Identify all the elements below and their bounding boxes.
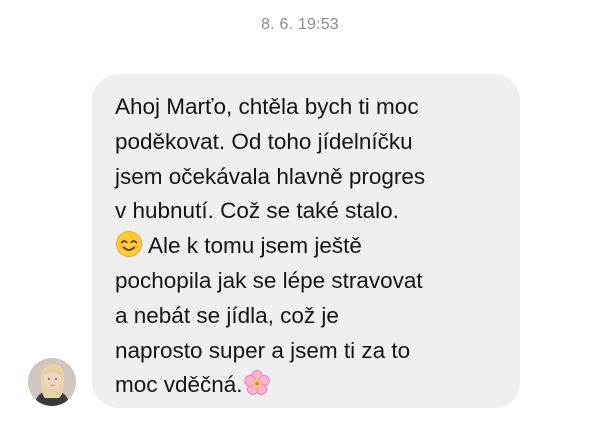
message-line-text: Ale k tomu jsem ještě — [148, 233, 362, 259]
sender-avatar[interactable] — [28, 358, 76, 406]
message-line: v hubnutí. Což se také stalo. — [115, 198, 399, 224]
cherry-blossom-emoji-icon — [243, 369, 271, 397]
message-timestamp: 8. 6. 19:53 — [261, 16, 339, 33]
message-line: Ahoj Marťo, chtěla bych ti moc — [115, 94, 419, 119]
message-line-with-emoji: moc vděčná. — [115, 368, 502, 403]
message-line: a nebát se jídla, což je — [115, 302, 339, 328]
message-line: jsem očekávala hlavně progres — [115, 163, 426, 189]
message-line: poděkovat. Od toho jídelníčku — [115, 128, 413, 154]
message-line-with-emoji: Ale k tomu jsem ještě — [115, 229, 502, 264]
smiling-face-emoji-icon — [115, 230, 143, 258]
avatar-photo — [28, 358, 76, 406]
message-bubble[interactable]: Ahoj Marťo, chtěla bych ti moc poděkovat… — [92, 74, 520, 408]
message-line: naprosto super a jsem ti za to — [115, 337, 411, 363]
message-line-text: moc vděčná. — [115, 372, 243, 398]
message-line: pochopila jak se lépe stravovat — [115, 267, 423, 293]
